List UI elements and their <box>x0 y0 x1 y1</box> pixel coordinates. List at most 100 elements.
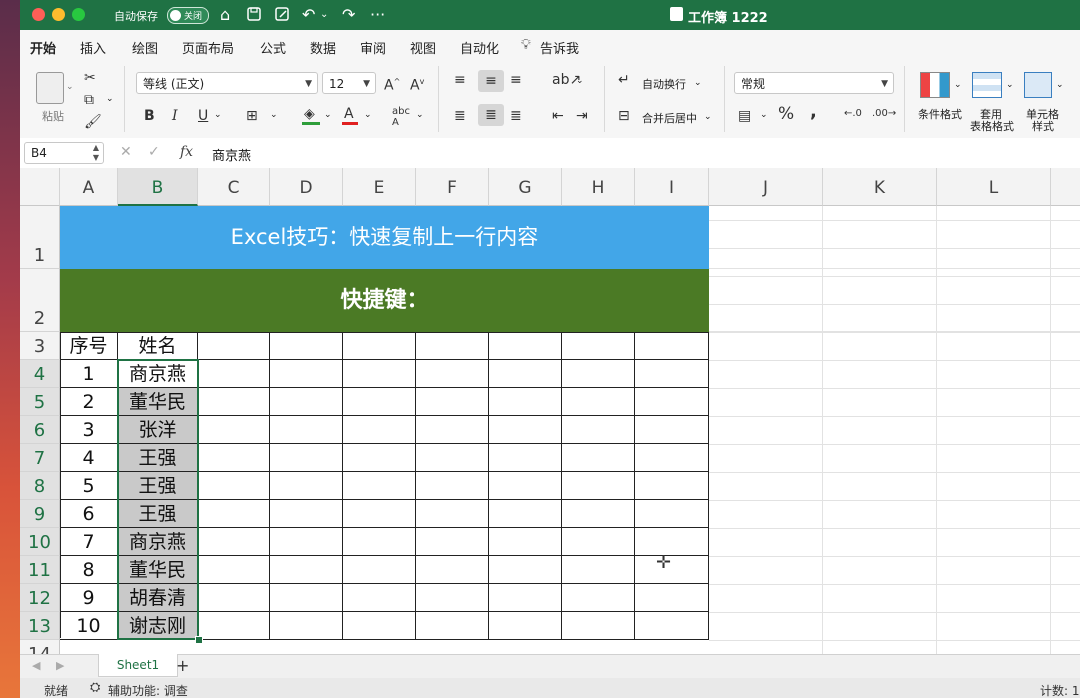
select-all-corner[interactable] <box>20 168 60 206</box>
table-cell[interactable] <box>562 360 635 388</box>
comma-style-button[interactable]: , <box>810 103 817 121</box>
table-cell[interactable] <box>562 332 635 360</box>
table-cell[interactable] <box>270 612 343 640</box>
table-cell[interactable] <box>198 612 270 640</box>
decrease-indent-icon[interactable]: ⇤ <box>552 108 564 124</box>
accessibility-status[interactable]: 辅助功能: 调查 <box>108 682 188 698</box>
table-cell[interactable] <box>489 500 562 528</box>
table-cell[interactable] <box>198 472 270 500</box>
seq-cell[interactable]: 3 <box>60 416 118 444</box>
seq-cell[interactable]: 6 <box>60 500 118 528</box>
tab-formulas[interactable]: 公式 <box>260 38 286 57</box>
table-cell[interactable] <box>562 500 635 528</box>
table-cell[interactable] <box>198 500 270 528</box>
header-seq[interactable]: 序号 <box>60 332 118 360</box>
number-format-combo[interactable]: 常规 ▼ <box>734 72 894 94</box>
table-cell[interactable] <box>635 332 709 360</box>
column-header-j[interactable]: J <box>709 168 823 206</box>
table-cell[interactable] <box>635 416 709 444</box>
table-cell[interactable] <box>343 472 416 500</box>
table-cell[interactable] <box>635 612 709 640</box>
table-cell[interactable] <box>416 472 489 500</box>
fill-color-icon[interactable]: ◈ <box>304 106 315 122</box>
seq-cell[interactable]: 4 <box>60 444 118 472</box>
borders-icon[interactable]: ⊞ <box>246 108 258 124</box>
row-header-13[interactable]: 13 <box>20 612 60 640</box>
italic-button[interactable]: I <box>172 108 178 124</box>
table-cell[interactable] <box>343 528 416 556</box>
table-cell[interactable] <box>562 528 635 556</box>
name-cell[interactable]: 胡春清 <box>118 584 198 612</box>
decrease-decimal-icon[interactable]: .00→ <box>872 108 896 119</box>
fill-handle[interactable] <box>195 636 203 644</box>
column-header-e[interactable]: E <box>343 168 416 206</box>
table-cell[interactable] <box>489 388 562 416</box>
name-cell[interactable]: 王强 <box>118 472 198 500</box>
table-cell[interactable] <box>635 584 709 612</box>
align-left-icon[interactable]: ≣ <box>454 108 466 124</box>
row-header-4[interactable]: 4 <box>20 360 60 388</box>
redo-icon[interactable]: ↷ <box>342 5 355 25</box>
table-format-dropdown-icon[interactable]: ⌄ <box>1006 80 1014 90</box>
align-right-icon[interactable]: ≣ <box>510 108 522 124</box>
name-cell[interactable]: 董华民 <box>118 556 198 584</box>
seq-cell[interactable]: 10 <box>60 612 118 640</box>
column-header-a[interactable]: A <box>60 168 118 206</box>
table-cell[interactable] <box>562 416 635 444</box>
font-color-dropdown-icon[interactable]: ⌄ <box>364 110 372 120</box>
table-cell[interactable] <box>416 612 489 640</box>
table-cell[interactable] <box>343 444 416 472</box>
table-cell[interactable] <box>198 584 270 612</box>
table-cell[interactable] <box>416 584 489 612</box>
paste-icon[interactable] <box>36 72 64 104</box>
table-cell[interactable] <box>416 528 489 556</box>
table-cell[interactable] <box>270 556 343 584</box>
formula-input[interactable]: 商京燕 <box>212 145 251 164</box>
prev-sheet-icon[interactable]: ◀ <box>32 659 40 672</box>
table-cell[interactable] <box>270 584 343 612</box>
zoom-window-button[interactable] <box>72 8 85 21</box>
merge-center-button[interactable]: 合并后居中 <box>642 110 697 126</box>
more-icon[interactable]: ··· <box>370 5 385 25</box>
table-cell[interactable] <box>635 360 709 388</box>
table-cell[interactable] <box>562 612 635 640</box>
table-cell[interactable] <box>562 388 635 416</box>
font-color-icon[interactable]: A <box>344 106 354 122</box>
name-cell[interactable]: 张洋 <box>118 416 198 444</box>
row-header-5[interactable]: 5 <box>20 388 60 416</box>
title-banner[interactable]: Excel技巧：快速复制上一行内容 <box>60 206 709 269</box>
tab-view[interactable]: 视图 <box>410 38 436 57</box>
table-cell[interactable] <box>270 472 343 500</box>
table-cell[interactable] <box>489 444 562 472</box>
conditional-format-icon[interactable] <box>920 72 950 98</box>
percent-button[interactable]: % <box>778 106 794 123</box>
conditional-format-label[interactable]: 条件格式 <box>918 106 962 122</box>
name-cell[interactable]: 王强 <box>118 500 198 528</box>
insert-function-button[interactable]: fx <box>180 144 193 160</box>
row-header-1[interactable]: 1 <box>20 206 60 269</box>
row-header-14[interactable]: 14 <box>20 640 60 654</box>
table-cell[interactable] <box>562 556 635 584</box>
accessibility-icon[interactable]: ⛭ <box>90 680 100 695</box>
underline-button[interactable]: U <box>198 108 208 124</box>
row-header-6[interactable]: 6 <box>20 416 60 444</box>
phonetic-dropdown-icon[interactable]: ⌄ <box>416 110 424 120</box>
name-cell[interactable]: 商京燕 <box>118 360 198 388</box>
seq-cell[interactable]: 8 <box>60 556 118 584</box>
table-cell[interactable] <box>270 332 343 360</box>
align-center-icon[interactable]: ≣ <box>478 104 504 126</box>
table-cell[interactable] <box>198 416 270 444</box>
column-header-b[interactable]: B <box>118 168 198 206</box>
add-sheet-button[interactable]: + <box>176 656 189 675</box>
name-cell[interactable]: 董华民 <box>118 388 198 416</box>
table-cell[interactable] <box>343 584 416 612</box>
table-cell[interactable] <box>489 584 562 612</box>
table-cell[interactable] <box>489 612 562 640</box>
cell-style-icon[interactable] <box>1024 72 1052 98</box>
seq-cell[interactable]: 9 <box>60 584 118 612</box>
table-cell[interactable] <box>343 612 416 640</box>
table-cell[interactable] <box>343 388 416 416</box>
cut-icon[interactable]: ✂ <box>84 70 96 86</box>
table-cell[interactable] <box>416 556 489 584</box>
table-cell[interactable] <box>489 528 562 556</box>
